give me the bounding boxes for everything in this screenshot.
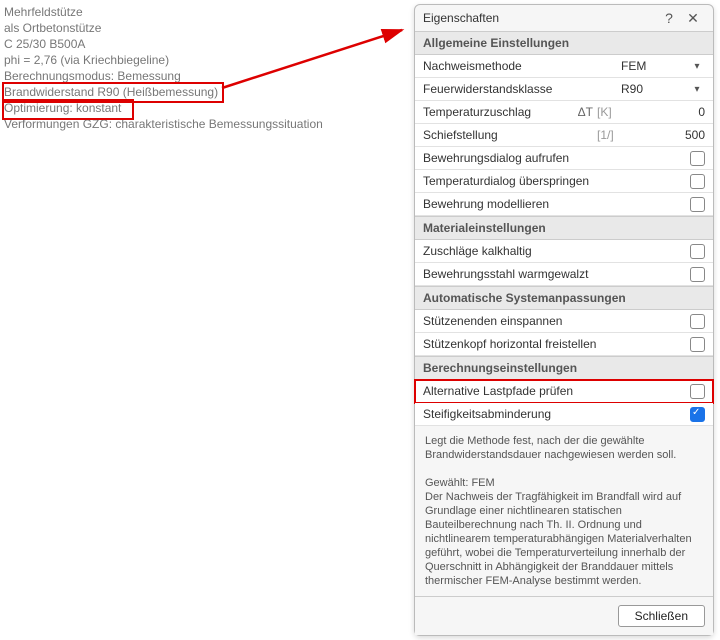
row-value: R90 <box>621 82 689 96</box>
checkbox[interactable] <box>690 314 705 329</box>
row-freistellen[interactable]: Stützenkopf horizontal freistellen <box>415 333 713 356</box>
row-label: Steifigkeitsabminderung <box>423 407 689 421</box>
row-label: Stützenenden einspannen <box>423 314 689 328</box>
section-auto: Automatische Systemanpassungen <box>415 286 713 310</box>
bg-line: Mehrfeldstütze <box>4 4 323 20</box>
section-material: Materialeinstellungen <box>415 216 713 240</box>
bg-line: phi = 2,76 (via Kriechbiegeline) <box>4 52 323 68</box>
row-schiefstellung[interactable]: Schiefstellung [1/] 500 <box>415 124 713 147</box>
row-label: Bewehrungsdialog aufrufen <box>423 151 689 165</box>
description-text: Legt die Methode fest, nach der die gewä… <box>415 426 713 596</box>
row-label: Bewehrung modellieren <box>423 197 689 211</box>
section-berechnung: Berechnungseinstellungen <box>415 356 713 380</box>
checkbox[interactable] <box>690 197 705 212</box>
row-temperaturzuschlag[interactable]: Temperaturzuschlag ΔT [K] 0 <box>415 101 713 124</box>
row-label: Temperaturzuschlag <box>423 105 569 119</box>
desc-line: Legt die Methode fest, nach der die gewä… <box>425 434 703 462</box>
bg-line: C 25/30 B500A <box>4 36 323 52</box>
checkbox[interactable] <box>690 384 705 399</box>
row-nachweismethode[interactable]: Nachweismethode FEM ▾ <box>415 55 713 78</box>
background-info: Mehrfeldstütze als Ortbetonstütze C 25/3… <box>4 4 323 132</box>
row-label: Temperaturdialog überspringen <box>423 174 689 188</box>
row-einspannen[interactable]: Stützenenden einspannen <box>415 310 713 333</box>
row-label: Zuschläge kalkhaltig <box>423 244 689 258</box>
bg-line: als Ortbetonstütze <box>4 20 323 36</box>
row-label: Stützenkopf horizontal freistellen <box>423 337 689 351</box>
bg-line: Brandwiderstand R90 (Heißbemessung) <box>4 84 323 100</box>
bg-line: Verformungen GZG: charakteristische Beme… <box>4 116 323 132</box>
help-icon[interactable]: ? <box>657 10 681 26</box>
checkbox[interactable] <box>690 407 705 422</box>
close-button[interactable]: Schließen <box>618 605 705 627</box>
section-general: Allgemeine Einstellungen <box>415 31 713 55</box>
desc-line: Gewählt: FEM <box>425 476 703 490</box>
row-steifigkeit[interactable]: Steifigkeitsabminderung <box>415 403 713 426</box>
properties-panel: Eigenschaften ? ✕ Allgemeine Einstellung… <box>414 4 714 636</box>
checkbox[interactable] <box>690 174 705 189</box>
row-label: Alternative Lastpfade prüfen <box>423 384 689 398</box>
chevron-down-icon[interactable]: ▾ <box>689 61 705 72</box>
panel-titlebar: Eigenschaften ? ✕ <box>415 5 713 31</box>
desc-line: Der Nachweis der Tragfähigkeit im Brandf… <box>425 490 703 588</box>
checkbox[interactable] <box>690 244 705 259</box>
panel-title: Eigenschaften <box>423 11 657 25</box>
row-bewehrungsstahl[interactable]: Bewehrungsstahl warmgewalzt <box>415 263 713 286</box>
chevron-down-icon[interactable]: ▾ <box>689 84 705 95</box>
close-icon[interactable]: ✕ <box>681 10 705 27</box>
bg-line: Berechnungsmodus: Bemessung <box>4 68 323 84</box>
row-value: 0 <box>665 105 705 119</box>
row-label: Bewehrungsstahl warmgewalzt <box>423 267 689 281</box>
row-zuschlaege[interactable]: Zuschläge kalkhaltig <box>415 240 713 263</box>
row-value: FEM <box>621 59 689 73</box>
panel-footer: Schließen <box>415 596 713 635</box>
row-unit: [K] <box>597 105 665 119</box>
row-feuerwiderstand[interactable]: Feuerwiderstandsklasse R90 ▾ <box>415 78 713 101</box>
row-bewehrung-modellieren[interactable]: Bewehrung modellieren <box>415 193 713 216</box>
row-symbol: ΔT <box>569 105 597 119</box>
row-label: Nachweismethode <box>423 59 621 73</box>
bg-line: Optimierung: konstant <box>4 100 323 116</box>
checkbox[interactable] <box>690 267 705 282</box>
checkbox[interactable] <box>690 337 705 352</box>
checkbox[interactable] <box>690 151 705 166</box>
row-value: 500 <box>665 128 705 142</box>
row-bewehrungsdialog[interactable]: Bewehrungsdialog aufrufen <box>415 147 713 170</box>
row-temperaturdialog[interactable]: Temperaturdialog überspringen <box>415 170 713 193</box>
row-label: Feuerwiderstandsklasse <box>423 82 621 96</box>
row-unit: [1/] <box>597 128 665 142</box>
row-label: Schiefstellung <box>423 128 597 142</box>
row-alternative-lastpfade[interactable]: Alternative Lastpfade prüfen <box>415 380 713 403</box>
